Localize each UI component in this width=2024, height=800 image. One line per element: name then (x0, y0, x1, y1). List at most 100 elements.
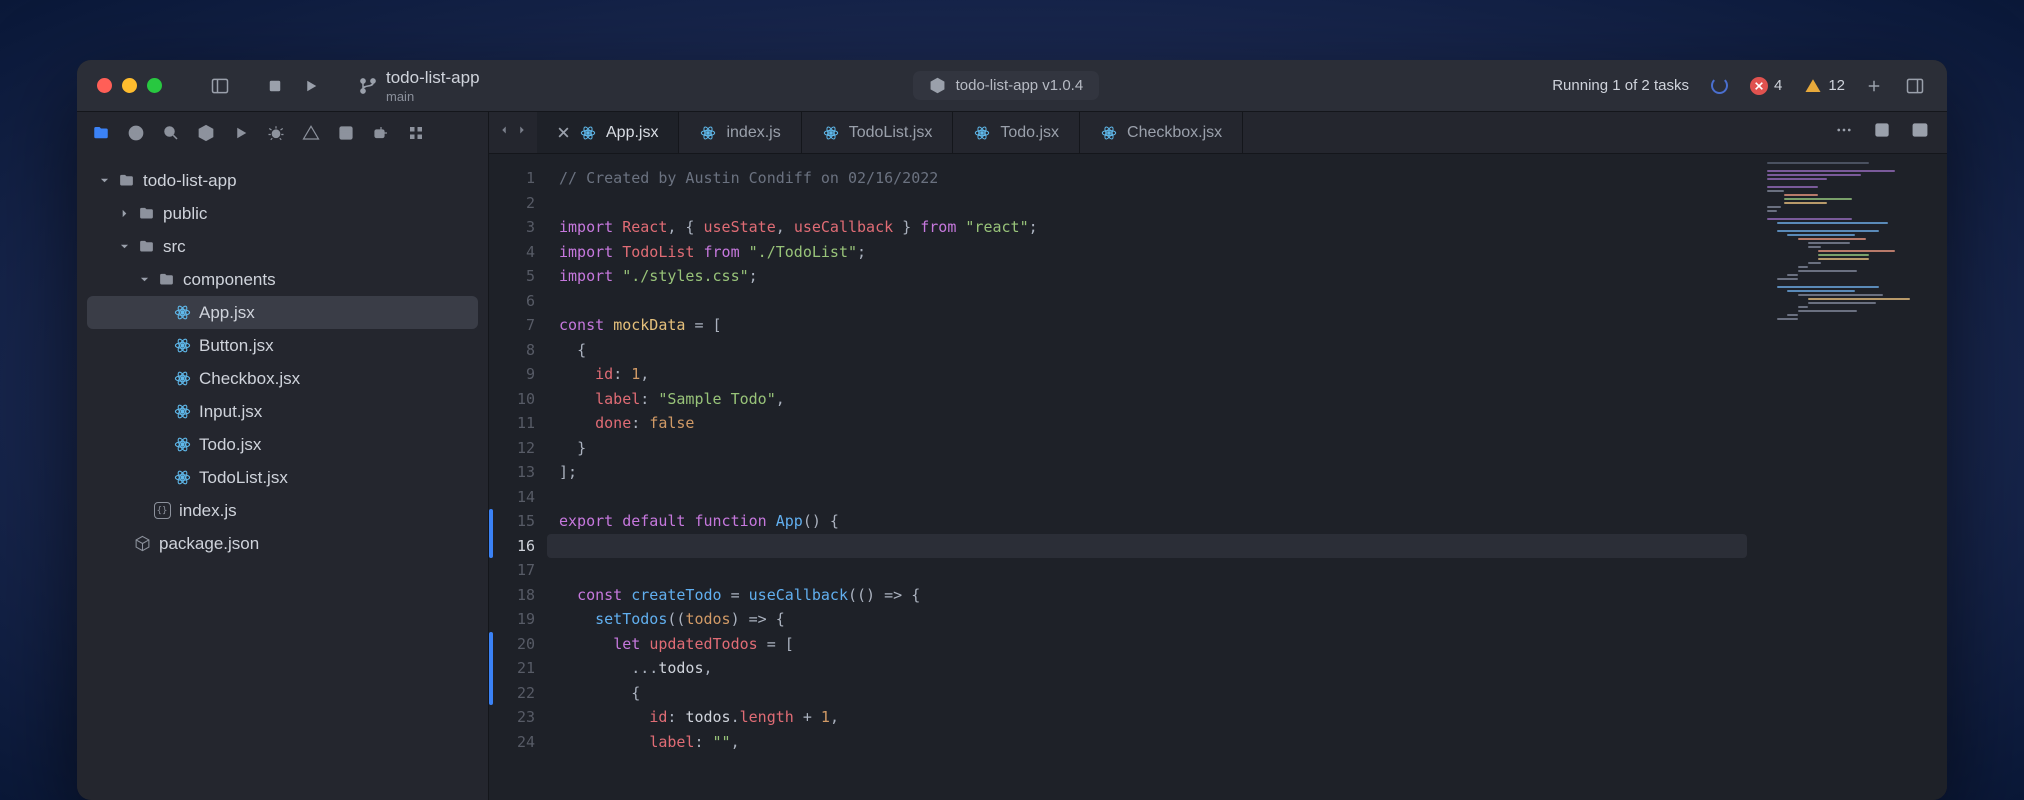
tree-file-button[interactable]: Button.jsx (77, 329, 488, 362)
package-icon (133, 535, 151, 553)
files-nav-icon[interactable] (91, 123, 111, 143)
react-icon (173, 304, 191, 322)
chevron-right-icon (119, 209, 129, 218)
sidebar-toolbar (77, 112, 488, 154)
tab-todolist[interactable]: TodoList.jsx (802, 112, 954, 153)
tree-label: index.js (179, 501, 237, 521)
globe-nav-icon[interactable] (126, 123, 146, 143)
tree-label: public (163, 204, 207, 224)
gutter: 123456789101112131415161718192021222324 (489, 154, 547, 800)
tree-root[interactable]: todo-list-app (77, 164, 488, 197)
extensions-nav-icon[interactable] (371, 123, 391, 143)
chevron-down-icon (99, 176, 109, 185)
tab-label: Todo.jsx (1000, 124, 1059, 142)
tree-file-todo[interactable]: Todo.jsx (77, 428, 488, 461)
tab-checkbox[interactable]: Checkbox.jsx (1080, 112, 1243, 153)
run-nav-icon[interactable] (231, 123, 251, 143)
project-selector[interactable]: todo-list-app main (344, 68, 480, 104)
code-content[interactable]: // Created by Austin Condiff on 02/16/20… (547, 154, 1757, 800)
tree-label: Todo.jsx (199, 435, 261, 455)
nav-forward-button[interactable] (515, 123, 529, 142)
folder-icon (117, 172, 135, 190)
package-nav-icon[interactable] (196, 123, 216, 143)
react-icon (973, 124, 991, 142)
tree-file-package[interactable]: package.json (77, 527, 488, 560)
project-name: todo-list-app (386, 68, 480, 88)
spinner-icon (1711, 77, 1728, 94)
tree-file-input[interactable]: Input.jsx (77, 395, 488, 428)
tree-folder-public[interactable]: public (77, 197, 488, 230)
build-label: todo-list-app v1.0.4 (956, 77, 1084, 94)
new-tab-button[interactable] (1865, 77, 1883, 95)
tab-label: Checkbox.jsx (1127, 124, 1222, 142)
minimize-window-button[interactable] (122, 78, 137, 93)
react-icon (1100, 124, 1118, 142)
more-icon[interactable] (1835, 121, 1853, 144)
layout-nav-icon[interactable] (336, 123, 356, 143)
react-icon (699, 124, 717, 142)
tree-label: App.jsx (199, 303, 255, 323)
warning-icon (1804, 77, 1822, 95)
tree-label: TodoList.jsx (199, 468, 288, 488)
chevron-down-icon (139, 275, 149, 284)
toggle-right-panel-button[interactable] (1905, 76, 1925, 96)
tree-file-checkbox[interactable]: Checkbox.jsx (77, 362, 488, 395)
react-icon (822, 124, 840, 142)
react-icon (173, 370, 191, 388)
errors-count: 4 (1774, 77, 1782, 94)
tasks-status: Running 1 of 2 tasks (1552, 77, 1689, 94)
tab-label: TodoList.jsx (849, 124, 933, 142)
build-status-pill[interactable]: todo-list-app v1.0.4 (913, 71, 1100, 100)
sidebar: todo-list-app public src (77, 112, 489, 800)
app-window: todo-list-app main todo-list-app v1.0.4 … (77, 60, 1947, 800)
file-tree: todo-list-app public src (77, 154, 488, 570)
tab-label: index.js (726, 124, 780, 142)
tree-label: components (183, 270, 276, 290)
branch-name: main (386, 89, 480, 104)
nav-back-button[interactable] (497, 123, 511, 142)
search-nav-icon[interactable] (161, 123, 181, 143)
react-icon (579, 124, 597, 142)
run-button[interactable] (302, 77, 320, 95)
tree-label: package.json (159, 534, 259, 554)
tab-index[interactable]: index.js (679, 112, 801, 153)
react-icon (173, 337, 191, 355)
tree-folder-src[interactable]: src (77, 230, 488, 263)
warnings-count: 12 (1828, 77, 1845, 94)
tab-todo[interactable]: Todo.jsx (953, 112, 1080, 153)
tree-label: todo-list-app (143, 171, 237, 191)
tree-label: src (163, 237, 186, 257)
maximize-window-button[interactable] (147, 78, 162, 93)
grid-nav-icon[interactable] (406, 123, 426, 143)
tree-file-todolist[interactable]: TodoList.jsx (77, 461, 488, 494)
tree-file-index[interactable]: {} index.js (77, 494, 488, 527)
chevron-down-icon (119, 242, 129, 251)
minimap[interactable] (1757, 154, 1947, 800)
window-controls (77, 78, 182, 93)
warnings-indicator[interactable]: 12 (1804, 77, 1845, 95)
tree-label: Checkbox.jsx (199, 369, 300, 389)
tab-app[interactable]: App.jsx (537, 112, 679, 153)
debug-nav-icon[interactable] (266, 123, 286, 143)
tree-label: Input.jsx (199, 402, 262, 422)
close-window-button[interactable] (97, 78, 112, 93)
tab-label: App.jsx (606, 124, 658, 142)
folder-icon (137, 238, 155, 256)
js-icon: {} (153, 502, 171, 520)
toggle-sidebar-button[interactable] (210, 76, 230, 96)
tree-folder-components[interactable]: components (77, 263, 488, 296)
error-icon (1750, 77, 1768, 95)
react-icon (173, 403, 191, 421)
tabbar: App.jsx index.js TodoList.jsx Todo.jsx (489, 112, 1947, 154)
tree-label: Button.jsx (199, 336, 274, 356)
code-editor[interactable]: 123456789101112131415161718192021222324 … (489, 154, 1947, 800)
stop-button[interactable] (266, 77, 284, 95)
close-icon[interactable] (557, 126, 570, 139)
split-editor-icon[interactable] (1911, 121, 1929, 144)
alerts-nav-icon[interactable] (301, 123, 321, 143)
git-branch-icon (358, 76, 378, 96)
layout-icon[interactable] (1873, 121, 1891, 144)
tree-file-app[interactable]: App.jsx (87, 296, 478, 329)
errors-indicator[interactable]: 4 (1750, 77, 1782, 95)
folder-icon (157, 271, 175, 289)
